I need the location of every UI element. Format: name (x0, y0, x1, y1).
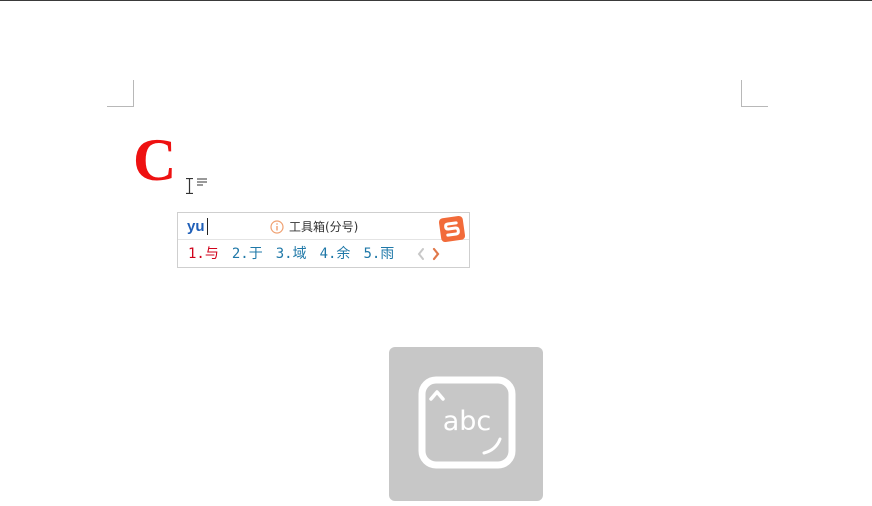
ime-candidate-5[interactable]: 5.雨 (363, 244, 394, 264)
text-cursor-icon (186, 178, 193, 194)
ime-composition-bar: yu 工具箱(分号) (178, 213, 469, 243)
window-top-border (0, 0, 872, 1)
ime-candidate-list: 1.与 2.于 3.域 4.余 5.雨 (188, 244, 407, 264)
ime-candidate-3[interactable]: 3.域 (276, 244, 307, 264)
ime-candidate-4[interactable]: 4.余 (320, 244, 351, 264)
input-mode-label: abc (442, 406, 492, 437)
ime-toolbox-hint[interactable]: 工具箱(分号) (270, 219, 358, 235)
page-margin-corner-top-left (107, 80, 134, 107)
input-mode-indicator: abc (389, 347, 543, 501)
ime-candidate-1[interactable]: 1.与 (188, 244, 219, 264)
ime-caret (207, 218, 208, 235)
info-icon (270, 220, 284, 234)
ime-pinyin-input[interactable]: yu (187, 218, 205, 236)
paragraph-mark-icon (197, 178, 207, 186)
chevron-left-icon[interactable] (416, 247, 426, 261)
ime-toolbox-label: 工具箱(分号) (289, 220, 359, 234)
page-margin-corner-top-right (741, 80, 768, 107)
document-text-letter[interactable]: C (133, 128, 176, 192)
sogou-logo-icon[interactable] (436, 214, 468, 244)
chevron-right-icon[interactable] (431, 247, 441, 261)
ime-candidate-window: yu 工具箱(分号) 1.与 2.于 3.域 4.余 5.雨 (177, 212, 470, 268)
ime-candidate-2[interactable]: 2.于 (232, 244, 263, 264)
